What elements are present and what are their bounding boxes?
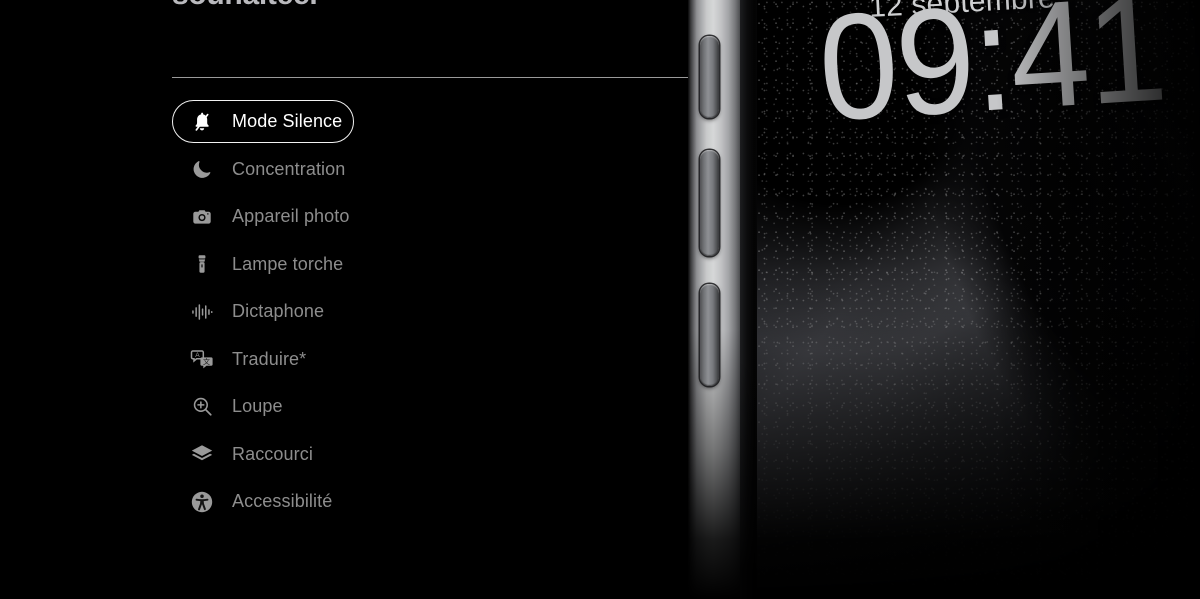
layers-icon (188, 440, 216, 468)
wallpaper-right-fade (996, 0, 1200, 599)
menu-item-concentration[interactable]: Concentration (172, 148, 592, 191)
menu-item-label: Dictaphone (232, 301, 325, 321)
menu-item-lampe-torche[interactable]: Lampe torche (172, 243, 592, 286)
menu-item-label: Traduire* (232, 348, 307, 369)
menu-item-label: Concentration (232, 158, 346, 179)
menu-item-appareil-photo[interactable]: Appareil photo (172, 195, 592, 238)
svg-text:A: A (195, 352, 200, 359)
lock-screen-display: 12 septembre 09:41 (757, 0, 1200, 599)
accessibility-icon (188, 488, 216, 516)
callout-leader-line (172, 77, 712, 78)
menu-item-dictaphone[interactable]: Dictaphone (172, 290, 592, 333)
menu-item-accessibilite[interactable]: Accessibilité (172, 480, 592, 523)
menu-item-label: Appareil photo (232, 206, 350, 226)
screenshot-root: souhaitée. Mode Silence (0, 0, 1200, 599)
waveform-icon (188, 298, 216, 326)
flashlight-icon (188, 250, 216, 278)
volume-up-button[interactable] (700, 150, 719, 256)
camera-icon (188, 203, 216, 231)
svg-text:文: 文 (203, 357, 210, 366)
menu-item-label: Accessibilité (232, 491, 333, 511)
menu-item-traduire[interactable]: A 文 Traduire* (172, 338, 592, 381)
menu-item-loupe[interactable]: Loupe (172, 385, 592, 428)
action-button[interactable] (700, 36, 719, 118)
translate-icon: A 文 (188, 345, 216, 373)
menu-item-raccourci[interactable]: Raccourci (172, 433, 592, 476)
volume-down-button[interactable] (700, 284, 719, 386)
left-content-panel: souhaitée. Mode Silence (0, 0, 719, 599)
menu-item-label: Mode Silence (232, 111, 343, 131)
iphone-product-image: 12 septembre 09:41 (688, 0, 1200, 599)
menu-item-mode-silence[interactable]: Mode Silence (172, 100, 354, 143)
menu-item-label: Lampe torche (232, 253, 344, 274)
magnifier-plus-icon (188, 393, 216, 421)
action-button-options-menu: Mode Silence Concentration Appareil phot… (172, 100, 592, 528)
menu-item-label: Raccourci (232, 443, 313, 464)
bell-slash-icon (188, 108, 216, 136)
page-heading: souhaitée. (172, 0, 318, 12)
moon-icon (188, 155, 216, 183)
menu-item-label: Loupe (232, 396, 283, 416)
